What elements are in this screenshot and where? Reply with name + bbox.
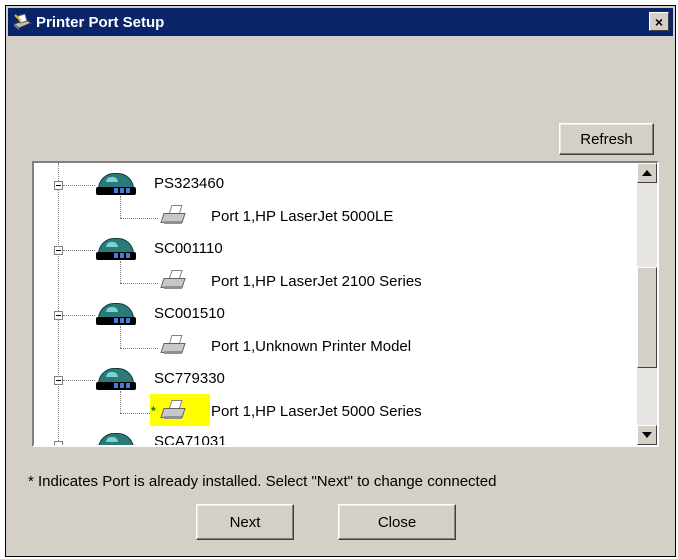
device-label[interactable]: SC001110 [154,240,223,257]
tree-connector [120,391,121,413]
close-icon: × [654,13,664,30]
port-label[interactable]: Port 1,Unknown Printer Model [211,338,411,355]
tree-connector [63,315,95,316]
print-server-icon [96,303,136,325]
printer-icon [160,400,186,420]
scroll-thumb[interactable] [637,267,657,368]
refresh-button[interactable]: Refresh [559,123,654,155]
printer-icon [160,205,186,225]
scroll-up-arrow-icon[interactable] [637,163,657,183]
tree-connector [120,196,121,218]
next-button[interactable]: Next [196,504,294,540]
port-label[interactable]: Port 1,HP LaserJet 2100 Series [211,273,422,290]
port-label[interactable]: Port 1,HP LaserJet 5000LE [211,208,393,225]
collapse-toggle[interactable] [54,181,63,190]
tree-connector [120,283,158,284]
print-server-icon [96,433,136,445]
installed-note: * Indicates Port is already installed. S… [28,473,497,490]
window-title: Printer Port Setup [36,13,165,31]
tree-connector [63,380,95,381]
printer-port-tree[interactable]: PS323460 Port 1,HP LaserJet 5000LE SC001… [32,161,659,447]
print-server-icon [96,238,136,260]
tree-connector [120,348,158,349]
collapse-toggle[interactable] [54,311,63,320]
collapse-toggle[interactable] [54,441,63,445]
vertical-scrollbar[interactable] [637,163,657,445]
tree-connector [120,261,121,283]
tree-connector [58,163,59,445]
installed-marker: * [151,404,156,418]
print-server-icon [96,173,136,195]
printer-setup-icon [12,12,33,32]
port-label[interactable]: Port 1,HP LaserJet 5000 Series [211,403,422,420]
tree-connector [120,326,121,348]
device-label[interactable]: SCA71031 [154,433,227,445]
close-window-button[interactable]: × [649,12,669,31]
scroll-down-arrow-icon[interactable] [637,425,657,445]
collapse-toggle[interactable] [54,246,63,255]
tree-connector [120,413,150,414]
printer-icon [160,270,186,290]
printer-port-setup-dialog: Printer Port Setup × Refresh PS323460 Po… [5,5,676,557]
collapse-toggle[interactable] [54,376,63,385]
tree-connector [120,218,158,219]
device-label[interactable]: PS323460 [154,175,224,192]
tree-content: PS323460 Port 1,HP LaserJet 5000LE SC001… [34,163,637,445]
close-button[interactable]: Close [338,504,456,540]
tree-connector [63,250,95,251]
printer-icon [160,335,186,355]
device-label[interactable]: SC001510 [154,305,225,322]
tree-connector [63,185,95,186]
title-bar: Printer Port Setup × [8,8,673,36]
device-label[interactable]: SC779330 [154,370,225,387]
print-server-icon [96,368,136,390]
